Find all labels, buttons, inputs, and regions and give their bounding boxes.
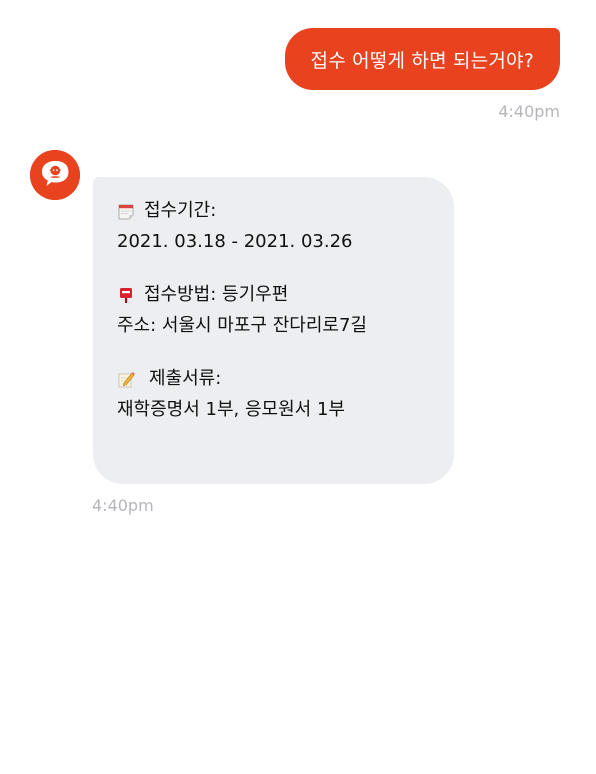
method-line: 접수방법: 등기우편 (117, 279, 434, 310)
bot-message-bubble: 접수기간: 2021. 03.18 - 2021. 03.26 접수방법: 등기… (93, 177, 454, 484)
user-message-time: 4:40pm (498, 102, 560, 121)
user-message-bubble: 접수 어떻게 하면 되는거야? (284, 28, 560, 90)
calendar-icon (117, 202, 135, 220)
period-label: 접수기간: (144, 200, 217, 221)
address: 주소: 서울시 마포구 잔다리로7길 (117, 315, 367, 336)
mailbox-icon (117, 286, 135, 304)
period-label-line: 접수기간: (117, 195, 434, 226)
docs-label: 제출서류: (149, 368, 222, 389)
method-label: 접수방법: 등기우편 (144, 284, 289, 305)
bot-message-time: 4:40pm (92, 496, 154, 515)
chatbot-avatar (30, 150, 80, 200)
chatbot-speech-bubble-icon (30, 150, 80, 200)
docs-label-line: 제출서류: (117, 363, 434, 394)
user-message-text: 접수 어떻게 하면 되는거야? (310, 49, 534, 72)
docs-value: 재학증명서 1부, 응모원서 1부 (117, 399, 345, 420)
memo-pencil-icon (117, 370, 135, 388)
chat-window: 접수 어떻게 하면 되는거야? 4:40pm 접수기간: 2021. 03.18… (0, 0, 596, 774)
period-value: 2021. 03.18 - 2021. 03.26 (117, 231, 353, 252)
